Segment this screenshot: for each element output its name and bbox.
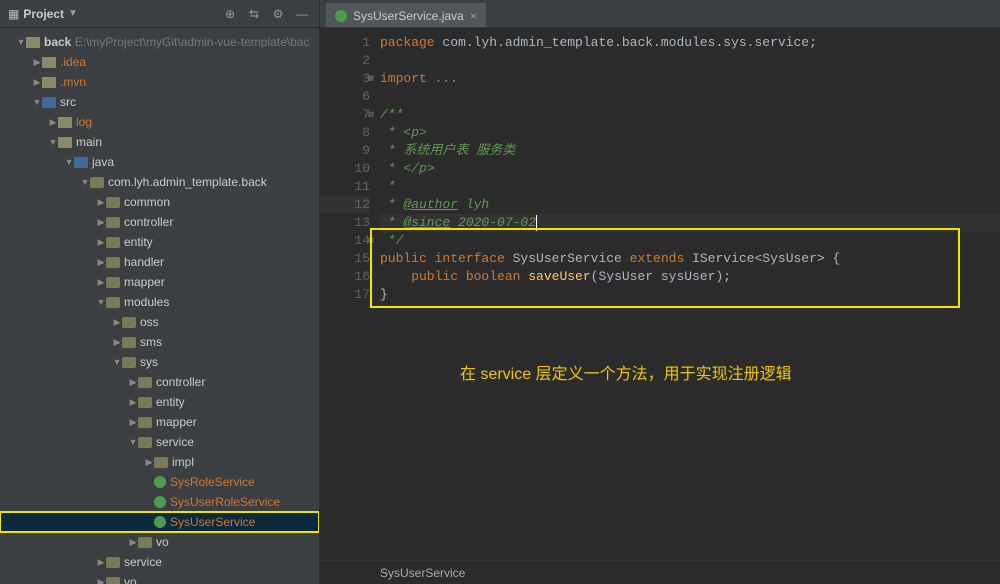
- tree-common[interactable]: ▶common: [0, 192, 319, 212]
- tree-sys-service[interactable]: ▼service: [0, 432, 319, 452]
- tree-oss[interactable]: ▶oss: [0, 312, 319, 332]
- tree-sms[interactable]: ▶sms: [0, 332, 319, 352]
- tree-sys[interactable]: ▼sys: [0, 352, 319, 372]
- close-icon[interactable]: ×: [470, 9, 477, 23]
- tree-sysuserrole[interactable]: SysUserRoleService: [0, 492, 319, 512]
- tree-sysuser[interactable]: SysUserService: [0, 512, 319, 532]
- code-body[interactable]: package com.lyh.admin_template.back.modu…: [380, 28, 1000, 560]
- tree-modules[interactable]: ▼modules: [0, 292, 319, 312]
- tree-src[interactable]: ▼src: [0, 92, 319, 112]
- tree-mvn[interactable]: ▶.mvn: [0, 72, 319, 92]
- tree-vo2[interactable]: ▶vo: [0, 572, 319, 584]
- fold-column[interactable]: ⊞⊟⊟: [364, 34, 378, 322]
- hide-icon[interactable]: —: [293, 5, 311, 23]
- tree-handler[interactable]: ▶handler: [0, 252, 319, 272]
- tree-sys-mapper[interactable]: ▶mapper: [0, 412, 319, 432]
- tree-mapper[interactable]: ▶mapper: [0, 272, 319, 292]
- editor-area: SysUserService.java × 123 6789 10111213 …: [320, 0, 1000, 584]
- project-sidebar: ▦ Project ▼ ⊕ ⇆ ⚙ — ▼back E:\myProject\m…: [0, 0, 320, 584]
- tree-sys-entity[interactable]: ▶entity: [0, 392, 319, 412]
- tree-sysrole[interactable]: SysRoleService: [0, 472, 319, 492]
- tab-label: SysUserService.java: [353, 9, 464, 23]
- annotation-text: 在 service 层定义一个方法，用于实现注册逻辑: [460, 366, 792, 384]
- sidebar-header: ▦ Project ▼ ⊕ ⇆ ⚙ —: [0, 0, 319, 28]
- tree-log[interactable]: ▶log: [0, 112, 319, 132]
- tab-sysuserservice[interactable]: SysUserService.java ×: [326, 3, 486, 27]
- tree-controller[interactable]: ▶controller: [0, 212, 319, 232]
- breadcrumb-item[interactable]: SysUserService: [380, 566, 465, 580]
- tree-root[interactable]: ▼back E:\myProject\myGit\admin-vue-templ…: [0, 32, 319, 52]
- chevron-down-icon[interactable]: ▼: [68, 8, 78, 19]
- project-tree[interactable]: ▼back E:\myProject\myGit\admin-vue-templ…: [0, 28, 319, 584]
- target-icon[interactable]: ⊕: [221, 5, 239, 23]
- gear-icon[interactable]: ⚙: [269, 5, 287, 23]
- tree-pkg[interactable]: ▼com.lyh.admin_template.back: [0, 172, 319, 192]
- tree-vo[interactable]: ▶vo: [0, 532, 319, 552]
- breadcrumb[interactable]: SysUserService: [320, 560, 1000, 584]
- tree-sys-controller[interactable]: ▶controller: [0, 372, 319, 392]
- code-editor[interactable]: 123 6789 10111213 14151617 ⊞⊟⊟ package c…: [320, 28, 1000, 560]
- interface-icon: [335, 10, 347, 22]
- tree-impl[interactable]: ▶impl: [0, 452, 319, 472]
- expand-icon[interactable]: ⇆: [245, 5, 263, 23]
- tree-entity[interactable]: ▶entity: [0, 232, 319, 252]
- editor-tabs: SysUserService.java ×: [320, 0, 1000, 28]
- project-icon: ▦: [8, 7, 19, 21]
- tree-main[interactable]: ▼main: [0, 132, 319, 152]
- tree-service2[interactable]: ▶service: [0, 552, 319, 572]
- tree-java[interactable]: ▼java: [0, 152, 319, 172]
- sidebar-title[interactable]: Project: [23, 7, 64, 21]
- tree-idea[interactable]: ▶.idea: [0, 52, 319, 72]
